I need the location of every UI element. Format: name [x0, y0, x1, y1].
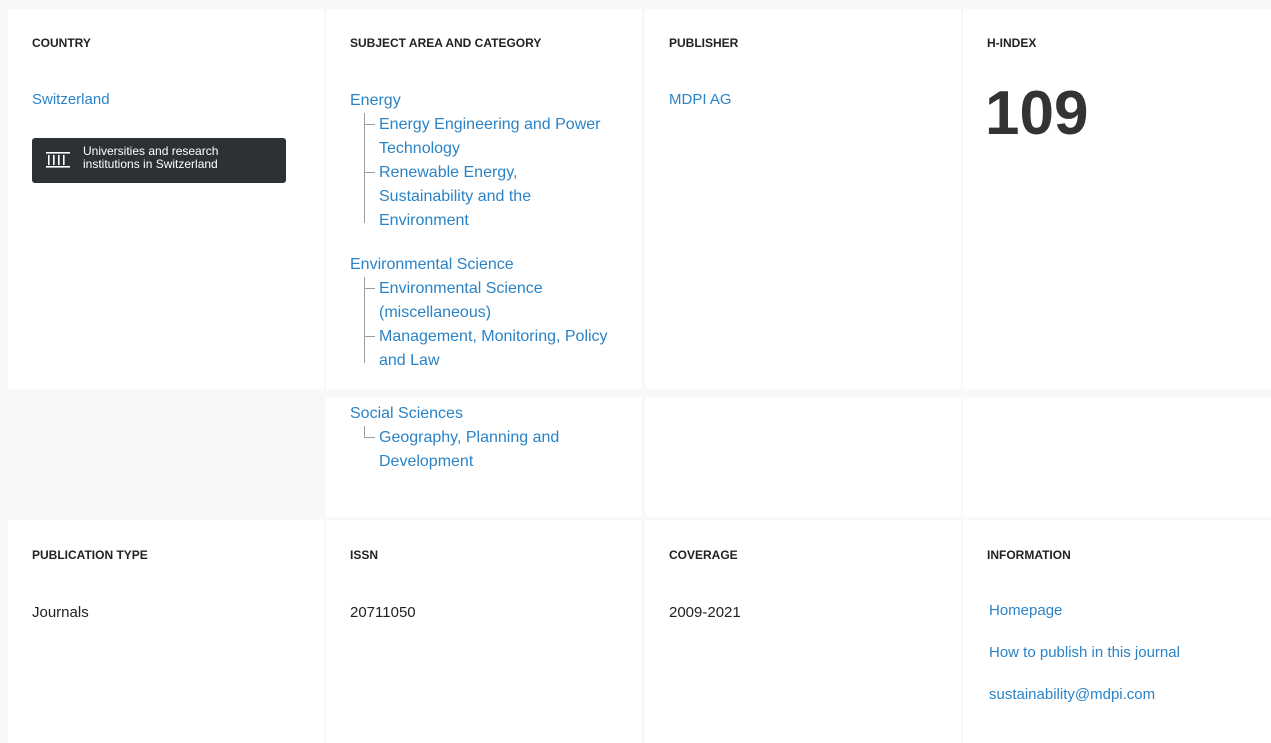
country-header: COUNTRY — [32, 36, 91, 50]
hindex-header: H-INDEX — [987, 36, 1037, 50]
publisher-header: PUBLISHER — [669, 36, 739, 50]
category-item: Geography, Planning and Development — [365, 426, 599, 474]
empty-cell — [963, 397, 1271, 517]
information-header: INFORMATION — [987, 548, 1071, 562]
category-item: Energy Engineering and Power Technology — [365, 113, 640, 161]
category-link-energy-engineering[interactable]: Energy Engineering and Power Technology — [379, 116, 600, 157]
category-link-management-policy[interactable]: Management, Monitoring, Policy and Law — [379, 328, 608, 369]
category-item: Environmental Science (miscellaneous) — [365, 277, 579, 325]
subject-area-energy: Energy Energy Engineering and Power Tech… — [350, 89, 640, 229]
subject-cell-bottom: Social Sciences Geography, Planning and … — [326, 397, 642, 517]
hindex-value: 109 — [985, 79, 1089, 148]
information-links: Homepage How to publish in this journal … — [989, 600, 1180, 705]
issn-cell: ISSN 20711050 — [326, 520, 642, 743]
category-list-environmental: Environmental Science (miscellaneous) Ma… — [364, 277, 640, 369]
publisher-link[interactable]: MDPI AG — [669, 91, 732, 108]
category-item: Renewable Energy, Sustainability and the… — [365, 161, 579, 233]
publication-type-header: PUBLICATION TYPE — [32, 548, 148, 562]
category-link-renewable-energy[interactable]: Renewable Energy, Sustainability and the… — [379, 164, 531, 229]
publication-type-cell: PUBLICATION TYPE Journals — [8, 520, 324, 743]
category-list-energy: Energy Engineering and Power Technology … — [364, 113, 640, 229]
email-link[interactable]: sustainability@mdpi.com — [989, 684, 1180, 705]
area-link-environmental-science[interactable]: Environmental Science — [350, 253, 640, 277]
country-link[interactable]: Switzerland — [32, 91, 110, 108]
subject-cell-top: SUBJECT AREA AND CATEGORY Energy Energy … — [326, 9, 642, 389]
information-cell: INFORMATION Homepage How to publish in t… — [963, 520, 1271, 743]
hindex-cell: H-INDEX 109 — [963, 9, 1271, 389]
subject-area-social: Social Sciences Geography, Planning and … — [350, 402, 640, 470]
coverage-value: 2009-2021 — [669, 604, 741, 621]
institution-icon — [46, 152, 70, 168]
subject-area-environmental: Environmental Science Environmental Scie… — [350, 253, 640, 369]
empty-cell — [645, 397, 961, 517]
institutions-button[interactable]: Universities and research institutions i… — [32, 138, 286, 183]
category-link-geography[interactable]: Geography, Planning and Development — [379, 429, 559, 470]
publisher-cell: PUBLISHER MDPI AG — [645, 9, 961, 389]
how-to-publish-link[interactable]: How to publish in this journal — [989, 642, 1180, 663]
category-link-env-misc[interactable]: Environmental Science (miscellaneous) — [379, 280, 543, 321]
homepage-link[interactable]: Homepage — [989, 600, 1180, 621]
coverage-cell: COVERAGE 2009-2021 — [645, 520, 961, 743]
publication-type-value: Journals — [32, 604, 89, 621]
subject-header: SUBJECT AREA AND CATEGORY — [350, 36, 542, 50]
institutions-button-line2: institutions in Switzerland — [83, 157, 218, 171]
journal-info-page: COUNTRY Switzerland Universities and res… — [0, 0, 1271, 743]
category-list-social: Geography, Planning and Development — [364, 426, 640, 470]
issn-header: ISSN — [350, 548, 379, 562]
coverage-header: COVERAGE — [669, 548, 738, 562]
category-item: Management, Monitoring, Policy and Law — [365, 325, 609, 373]
issn-value: 20711050 — [350, 604, 416, 621]
area-link-energy[interactable]: Energy — [350, 89, 640, 113]
area-link-social-sciences[interactable]: Social Sciences — [350, 402, 640, 426]
country-cell: COUNTRY Switzerland Universities and res… — [8, 9, 324, 389]
empty-cell — [8, 397, 324, 517]
